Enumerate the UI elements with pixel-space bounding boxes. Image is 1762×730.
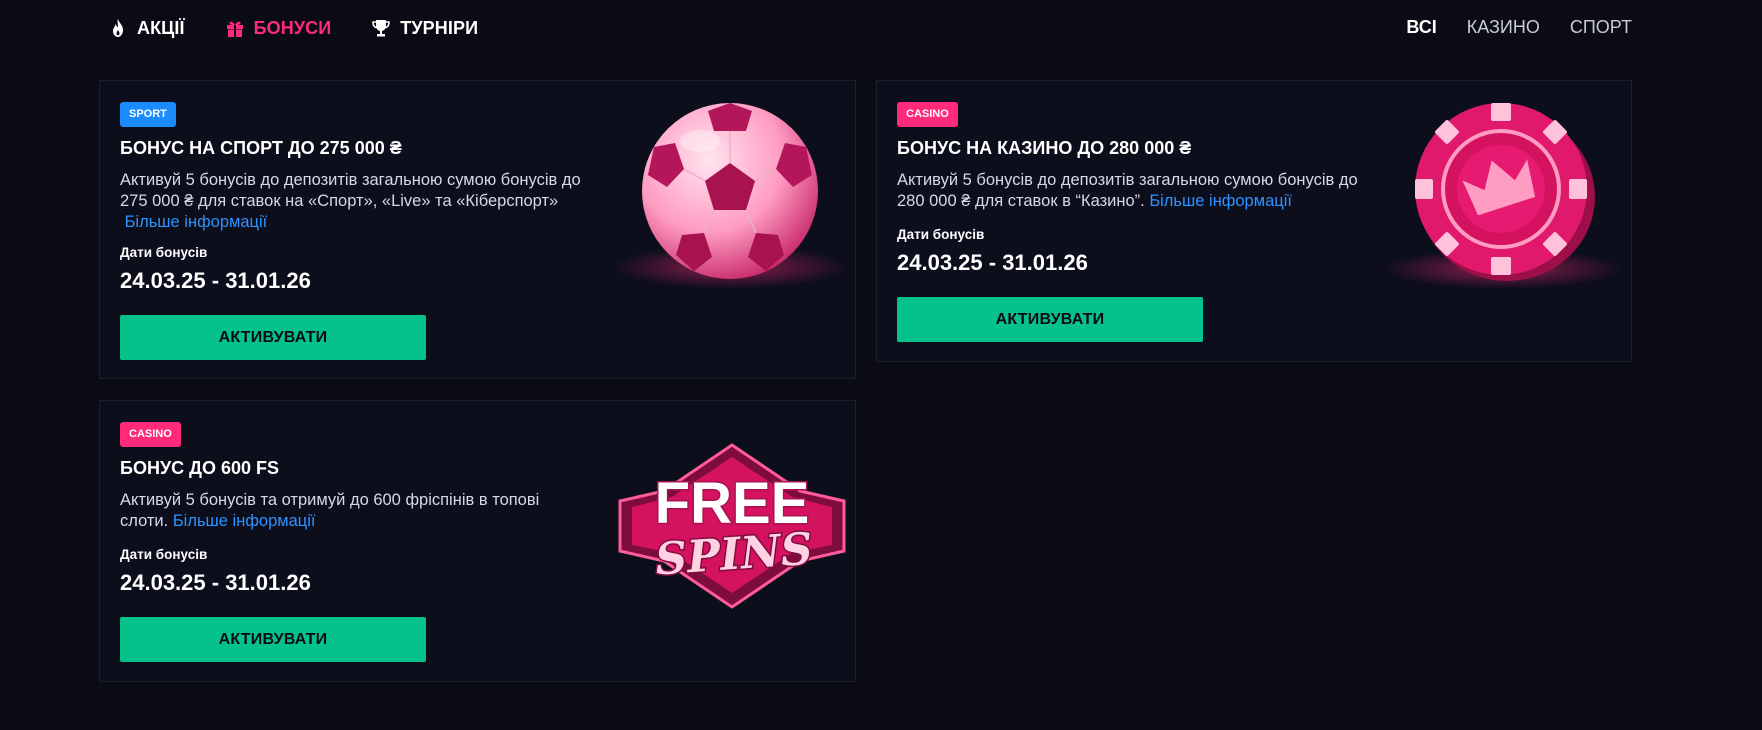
bonus-title: БОНУС НА СПОРТ ДО 275 000 ₴ (120, 138, 402, 158)
bonus-card-sport: SPORT БОНУС НА СПОРТ ДО 275 000 ₴ Активу… (99, 80, 856, 379)
description-line-2: 280 000 ₴ для ставок в “Казино”. (897, 192, 1145, 210)
more-info-link[interactable]: Більше інформації (125, 213, 268, 231)
trophy-icon (371, 18, 391, 38)
tab-tournaments[interactable]: ТУРНІРИ (371, 16, 478, 40)
bonus-description: Активуй 5 бонусів до депозитів загальною… (120, 170, 590, 233)
category-tabs: АКЦІЇ БОНУСИ ТУРНІРИ (108, 16, 518, 40)
casino-badge: CASINO (120, 422, 181, 447)
dates-label: Дати бонусів (120, 245, 208, 260)
sport-badge: SPORT (120, 102, 176, 127)
description-line-2: 275 000 ₴ для ставок на «Спорт», «Live» … (120, 192, 559, 210)
top-navigation: АКЦІЇ БОНУСИ ТУРНІРИ ВСІ КАЗИНО СПОРТ (0, 0, 1762, 58)
tab-bonuses[interactable]: БОНУСИ (225, 16, 332, 40)
bonus-dates: 24.03.25 - 31.01.26 (120, 570, 311, 595)
activate-button[interactable]: АКТИВУВАТИ (120, 315, 426, 360)
soccer-ball-illustration (612, 103, 848, 289)
filter-sport[interactable]: СПОРТ (1570, 17, 1632, 38)
bonus-card-casino: CASINO БОНУС НА КАЗИНО ДО 280 000 ₴ Акти… (876, 80, 1632, 362)
tab-tournaments-label: ТУРНІРИ (400, 17, 479, 38)
bonus-dates: 24.03.25 - 31.01.26 (897, 250, 1088, 275)
description-line-1: Активуй 5 бонусів та отримуй до 600 фріс… (120, 491, 540, 509)
casino-badge: CASINO (897, 102, 958, 127)
tab-bonuses-label: БОНУСИ (253, 17, 332, 38)
bonus-card-free-spins: CASINO БОНУС ДО 600 FS Активуй 5 бонусів… (99, 400, 856, 682)
more-info-link[interactable]: Більше інформації (173, 512, 316, 530)
filter-all[interactable]: ВСІ (1406, 17, 1436, 38)
free-spins-word-2: SPINS (654, 524, 815, 586)
description-line-2: слоти. (120, 512, 169, 530)
bonus-title: БОНУС НА КАЗИНО ДО 280 000 ₴ (897, 138, 1192, 158)
activate-button[interactable]: АКТИВУВАТИ (897, 297, 1203, 342)
filter-casino[interactable]: КАЗИНО (1467, 17, 1540, 38)
bonus-description: Активуй 5 бонусів та отримуй до 600 фріс… (120, 490, 590, 532)
more-info-link[interactable]: Більше інформації (1149, 192, 1292, 210)
description-line-1: Активуй 5 бонусів до депозитів загальною… (120, 171, 581, 189)
gift-icon (225, 18, 245, 38)
bonus-description: Активуй 5 бонусів до депозитів загальною… (897, 170, 1367, 212)
tab-promotions[interactable]: АКЦІЇ (108, 16, 185, 40)
casino-chip-illustration (1383, 103, 1623, 289)
dates-label: Дати бонусів (120, 547, 208, 562)
bonus-dates: 24.03.25 - 31.01.26 (120, 268, 311, 293)
activate-button[interactable]: АКТИВУВАТИ (120, 617, 426, 662)
fire-icon (108, 18, 128, 38)
tab-promotions-label: АКЦІЇ (137, 17, 185, 38)
free-spins-logo: FREE SPINS (618, 443, 846, 609)
dates-label: Дати бонусів (897, 227, 985, 242)
bonus-title: БОНУС ДО 600 FS (120, 458, 279, 478)
bonus-filters: ВСІ КАЗИНО СПОРТ (1406, 17, 1632, 38)
description-line-1: Активуй 5 бонусів до депозитів загальною… (897, 171, 1358, 189)
